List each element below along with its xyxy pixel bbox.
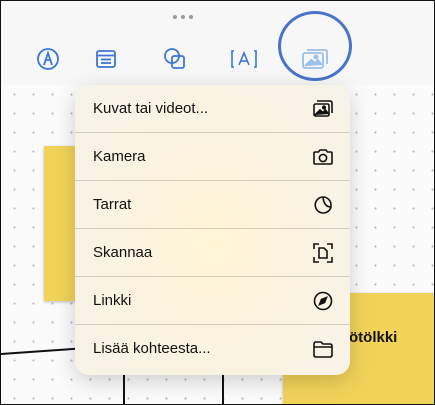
text-box-icon[interactable] [229,44,259,74]
sticky-note-text: ötölkki [349,329,398,346]
insert-media-menu: Kuvat tai videot... Kamera Tarrat Skanna… [75,85,350,375]
camera-icon [312,146,334,168]
menu-item-link[interactable]: Linkki [75,277,350,325]
freeform-canvas[interactable]: ötölkki Kuvat tai videot... Kamera Tarra… [0,0,435,405]
pen-tool-icon[interactable] [33,44,63,74]
menu-item-label: Lisää kohteesta... [93,340,211,357]
scan-document-icon [312,242,334,264]
menu-item-camera[interactable]: Kamera [75,133,350,181]
toolbar-grabber[interactable] [173,15,193,19]
menu-item-stickers[interactable]: Tarrat [75,181,350,229]
shapes-icon[interactable] [160,44,190,74]
menu-item-label: Tarrat [93,196,132,213]
menu-item-label: Kuvat tai videot... [93,100,209,117]
compass-link-icon [312,290,334,312]
connector-line-vertical-2 [222,373,224,404]
menu-item-photos-videos[interactable]: Kuvat tai videot... [75,85,350,133]
sticky-note-icon[interactable] [91,44,121,74]
photo-library-icon [312,98,334,120]
menu-item-scan[interactable]: Skannaa [75,229,350,277]
highlight-circle-annotation [278,11,352,81]
menu-item-insert-from[interactable]: Lisää kohteesta... [75,325,350,373]
menu-item-label: Linkki [93,292,132,309]
menu-item-label: Kamera [93,148,146,165]
sticker-icon [312,194,334,216]
menu-item-label: Skannaa [93,244,153,261]
toolbar [1,1,434,85]
folder-icon [312,338,334,360]
